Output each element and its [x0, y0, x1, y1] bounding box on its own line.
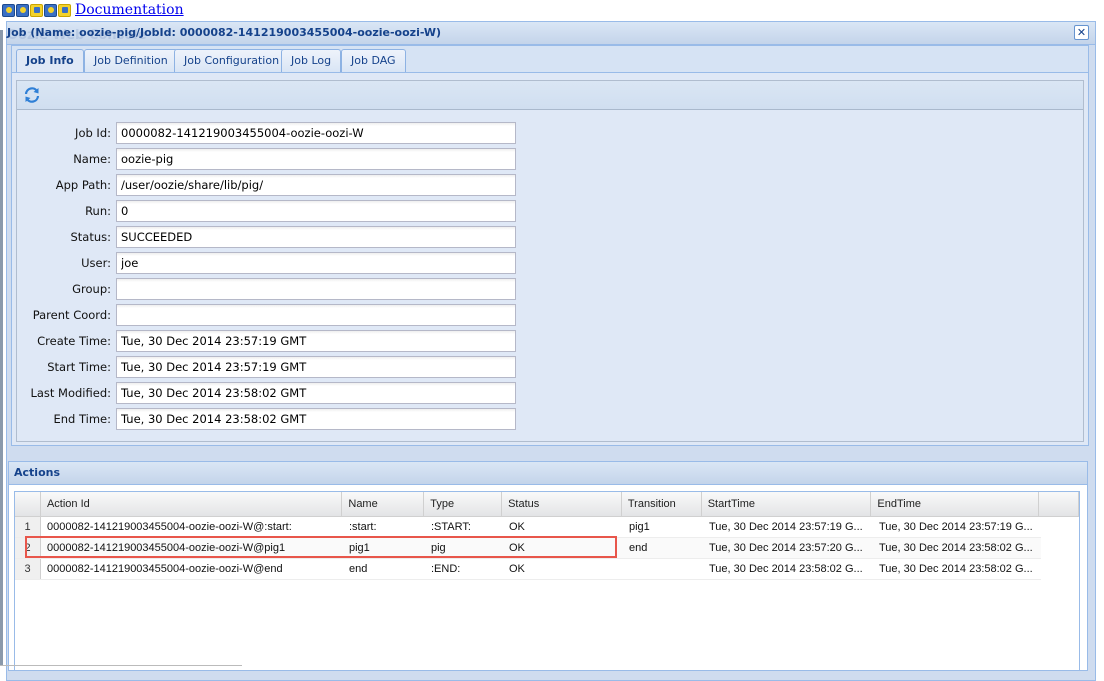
table-row[interactable]: 2 0000082-141219003455004-oozie-oozi-W@p… — [15, 538, 1041, 559]
status-cell: OK — [509, 563, 525, 575]
table-row[interactable]: 3 0000082-141219003455004-oozie-oozi-W@e… — [15, 559, 1041, 580]
app-path-label: App Path: — [55, 178, 111, 192]
field-status: Status: — [17, 226, 516, 248]
type-cell: :START: — [431, 521, 471, 533]
field-parent-coord: Parent Coord: — [17, 304, 516, 326]
close-icon[interactable]: ✕ — [1074, 25, 1089, 40]
background-console-edge — [0, 30, 3, 666]
job-info-toolbar — [17, 81, 1083, 110]
documentation-link[interactable]: Documentation — [75, 2, 184, 18]
tab-job-info[interactable]: Job Info — [16, 49, 84, 73]
name-input[interactable] — [116, 148, 516, 170]
last-modified-label: Last Modified: — [30, 386, 111, 400]
parent-coord-label: Parent Coord: — [32, 308, 111, 322]
end-time-cell: Tue, 30 Dec 2014 23:57:19 G... — [879, 521, 1033, 533]
start-time-label: Start Time: — [47, 360, 111, 374]
window-header: Oozie Web Console Job (Name: oozie-pig/J… — [7, 22, 1095, 45]
top-bar: Documentation — [0, 0, 184, 20]
column-header-status[interactable]: Status — [502, 492, 622, 516]
app-path-input[interactable] — [116, 174, 516, 196]
action-id-cell: 0000082-141219003455004-oozie-oozi-W@pig… — [47, 542, 286, 554]
tab-job-definition[interactable]: Job Definition — [84, 49, 178, 72]
field-create-time: Create Time: — [17, 330, 516, 352]
actions-panel: Actions Action Id Name Type Status Trans… — [8, 461, 1088, 671]
tab-job-log[interactable]: Job Log — [281, 49, 342, 72]
user-label: User: — [81, 256, 111, 270]
column-header-rownum — [15, 492, 41, 516]
field-last-modified: Last Modified: — [17, 382, 516, 404]
field-app-path: App Path: — [17, 174, 516, 196]
column-header-start-time[interactable]: StartTime — [702, 492, 872, 516]
start-time-cell: Tue, 30 Dec 2014 23:57:20 G... — [709, 542, 863, 554]
grid-header: Action Id Name Type Status Transition St… — [15, 492, 1079, 517]
status-label: Status: — [70, 230, 111, 244]
last-modified-input[interactable] — [116, 382, 516, 404]
status-cell: OK — [509, 542, 525, 554]
job-info-panel: Job Id: Name: App Path: Run: Status: Use… — [11, 72, 1089, 446]
table-row[interactable]: 1 0000082-141219003455004-oozie-oozi-W@:… — [15, 517, 1041, 538]
refresh-icon[interactable] — [23, 86, 41, 104]
name-label: Name: — [73, 152, 111, 166]
field-run: Run: — [17, 200, 516, 222]
parent-coord-input[interactable] — [116, 304, 516, 326]
create-time-label: Create Time: — [37, 334, 111, 348]
action-id-cell: 0000082-141219003455004-oozie-oozi-W@:st… — [47, 521, 292, 533]
column-header-transition[interactable]: Transition — [622, 492, 702, 516]
type-cell: :END: — [431, 563, 461, 575]
action-id-cell: 0000082-141219003455004-oozie-oozi-W@end — [47, 563, 283, 575]
name-cell: end — [349, 563, 368, 575]
end-time-input[interactable] — [116, 408, 516, 430]
transition-cell: end — [629, 542, 648, 554]
column-header-filler — [1039, 492, 1079, 516]
end-time-label: End Time: — [53, 412, 111, 426]
run-input[interactable] — [116, 200, 516, 222]
field-name: Name: — [17, 148, 516, 170]
row-number: 1 — [15, 517, 41, 537]
row-number: 2 — [15, 538, 41, 558]
job-id-input[interactable] — [116, 122, 516, 144]
status-cell: OK — [509, 521, 525, 533]
column-header-action-id[interactable]: Action Id — [41, 492, 343, 516]
run-label: Run: — [85, 204, 111, 218]
group-input[interactable] — [116, 278, 516, 300]
tab-job-configuration[interactable]: Job Configuration — [174, 49, 290, 72]
group-label: Group: — [72, 282, 111, 296]
column-header-end-time[interactable]: EndTime — [871, 492, 1040, 516]
job-id-label: Job Id: — [75, 126, 111, 140]
field-start-time: Start Time: — [17, 356, 516, 378]
start-time-cell: Tue, 30 Dec 2014 23:58:02 G... — [709, 563, 863, 575]
transition-cell: pig1 — [629, 521, 650, 533]
transition-cell — [623, 559, 703, 579]
row-number: 3 — [15, 559, 41, 579]
tab-job-dag[interactable]: Job DAG — [341, 49, 406, 72]
end-time-cell: Tue, 30 Dec 2014 23:58:02 G... — [879, 542, 1033, 554]
field-end-time: End Time: — [17, 408, 516, 430]
start-time-cell: Tue, 30 Dec 2014 23:57:19 G... — [709, 521, 863, 533]
column-header-name[interactable]: Name — [342, 492, 425, 516]
tab-strip: Job Info Job Definition Job Configuratio… — [11, 45, 1089, 73]
actions-grid: Action Id Name Type Status Transition St… — [14, 491, 1080, 670]
status-input[interactable] — [116, 226, 516, 248]
name-cell: :start: — [349, 521, 377, 533]
create-time-input[interactable] — [116, 330, 516, 352]
actions-title: Actions — [14, 466, 60, 479]
oozie-logo — [2, 3, 71, 17]
field-user: User: — [17, 252, 516, 274]
column-header-type[interactable]: Type — [424, 492, 503, 516]
field-group: Group: — [17, 278, 516, 300]
name-cell: pig1 — [349, 542, 370, 554]
field-job-id: Job Id: — [17, 122, 516, 144]
start-time-input[interactable] — [116, 356, 516, 378]
type-cell: pig — [431, 542, 446, 554]
window-title: Job (Name: oozie-pig/JobId: 0000082-1412… — [7, 26, 442, 39]
user-input[interactable] — [116, 252, 516, 274]
actions-header: Actions — [9, 462, 1087, 485]
end-time-cell: Tue, 30 Dec 2014 23:58:02 G... — [879, 563, 1033, 575]
job-info-form: Job Id: Name: App Path: Run: Status: Use… — [16, 80, 1084, 442]
